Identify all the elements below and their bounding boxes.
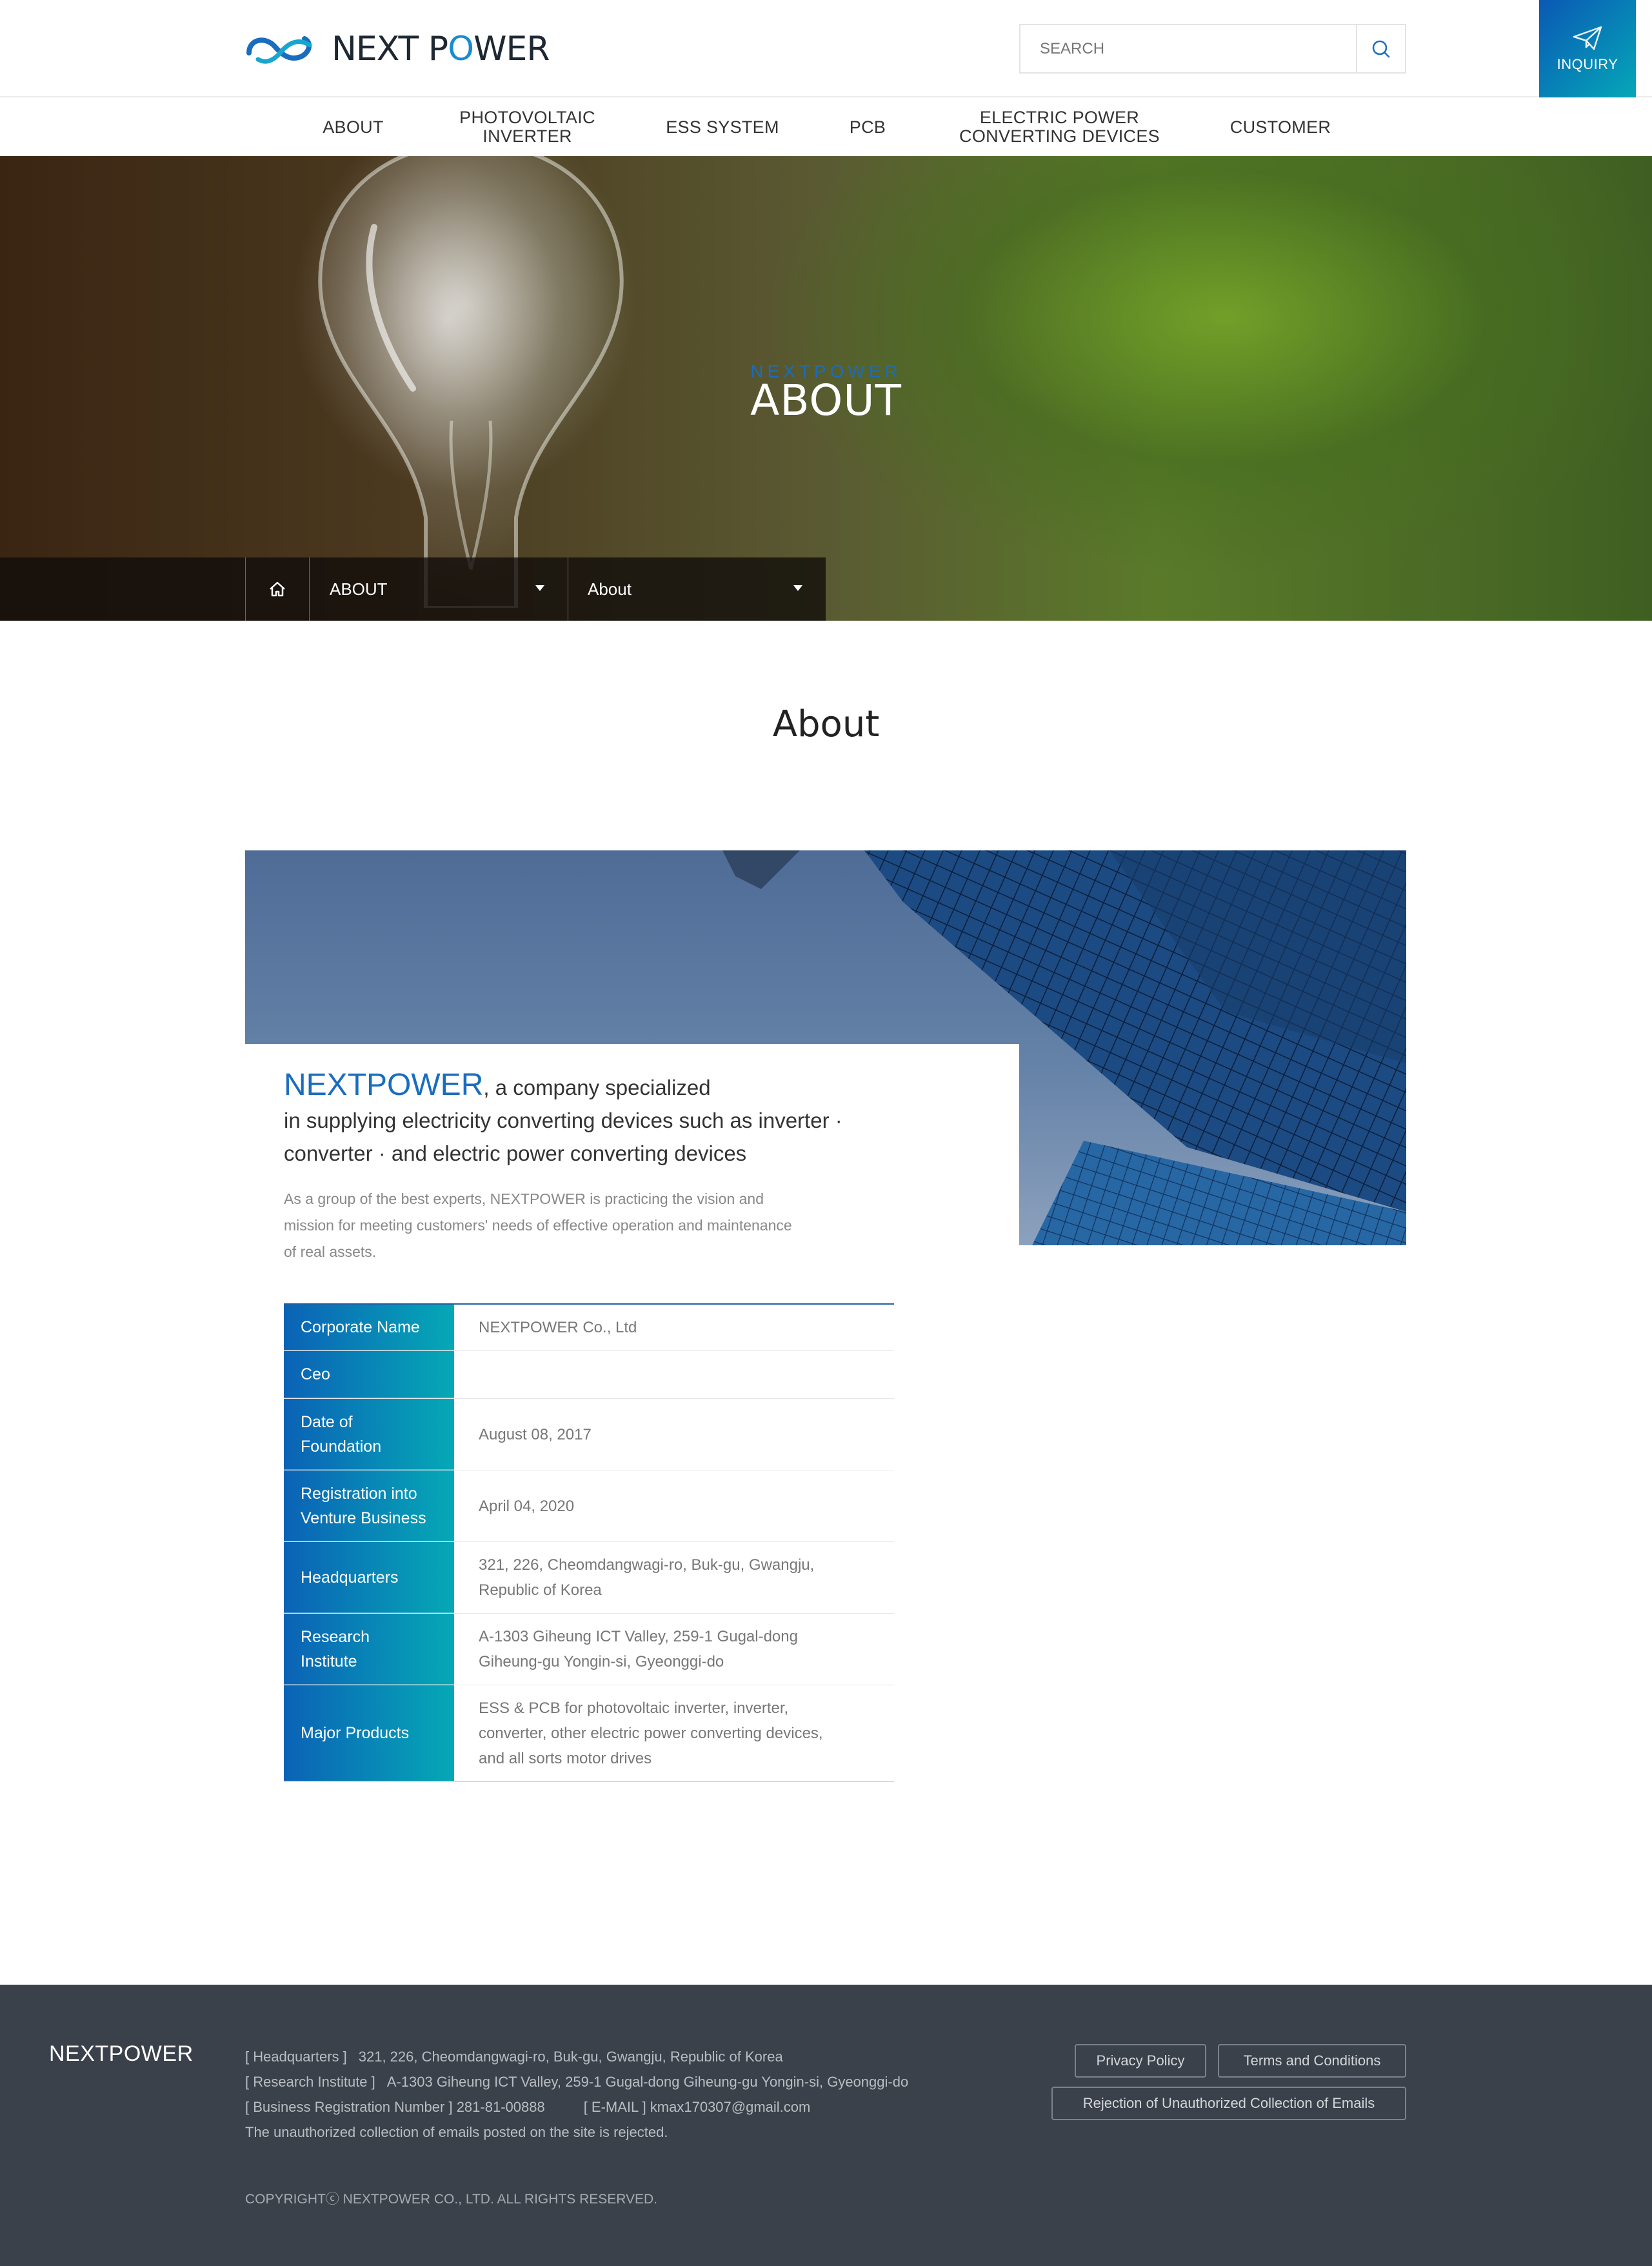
- breadcrumb-page-select[interactable]: About: [568, 557, 826, 621]
- nav-item-ess-system[interactable]: ESS SYSTEM: [652, 98, 793, 156]
- table-row-value: ESS & PCB for photovoltaic inverter, inv…: [479, 1699, 823, 1767]
- hero-banner: NEXTPOWER ABOUT ABOUT About: [0, 156, 1652, 621]
- intro-headline-line-2: in supplying electricity converting devi…: [284, 1108, 842, 1132]
- footer-logo[interactable]: NEXTPOWER: [49, 2041, 194, 2067]
- table-row: Registration into Venture Business April …: [284, 1470, 894, 1542]
- table-row-value: NEXTPOWER Co., Ltd: [479, 1319, 637, 1336]
- table-row: Research Institute A-1303 Giheung ICT Val…: [284, 1614, 894, 1685]
- breadcrumb-page-label: About: [588, 579, 632, 599]
- site-footer: NEXTPOWER [ Headquarters ] 321, 226, Cheo…: [0, 1985, 1652, 2266]
- footer-ri-label: [ Research Institute ]: [245, 2074, 375, 2090]
- table-row: Ceo: [284, 1351, 894, 1399]
- intro-brand: NEXTPOWER: [284, 1068, 484, 1102]
- search-input[interactable]: [1020, 25, 1356, 72]
- footer-email: [ E-MAIL ] kmax170307@gmail.com: [583, 2099, 811, 2115]
- intro-description-line-3: of real assets.: [284, 1243, 377, 1260]
- privacy-policy-button[interactable]: Privacy Policy: [1075, 2044, 1206, 2078]
- home-icon: [270, 581, 285, 597]
- footer-company-info: [ Headquarters ] 321, 226, Cheomdangwagi-…: [245, 2044, 908, 2145]
- footer-copyright: COPYRIGHTⓒ NEXTPOWER CO., LTD. ALL RIGHT…: [245, 2192, 658, 2207]
- company-info-table: Corporate Name NEXTPOWER Co., Ltd Ceo Da…: [284, 1303, 894, 1782]
- footer-notice: The unauthorized collection of emails po…: [245, 2124, 668, 2140]
- table-row-label: Corporate Name: [284, 1305, 454, 1350]
- intro-description-line-2: mission for meeting customers' needs of …: [284, 1217, 792, 1234]
- nav-item-electric-power-converting-devices[interactable]: ELECTRIC POWER CONVERTING DEVICES: [942, 98, 1177, 156]
- site-header: NEXT POWER INQUIRY: [0, 0, 1652, 97]
- intro-headline-line-3: converter · and electric power convertin…: [284, 1141, 747, 1165]
- nav-item-photovoltaic-inverter[interactable]: PHOTOVOLTAIC INVERTER: [432, 98, 622, 156]
- chevron-down-icon: [793, 585, 802, 591]
- table-row-label: Research Institute: [284, 1614, 454, 1685]
- search-button[interactable]: [1356, 25, 1405, 72]
- breadcrumb-category-label: ABOUT: [330, 579, 388, 599]
- table-row-label: Ceo: [284, 1351, 454, 1398]
- hero-title: ABOUT: [750, 376, 902, 425]
- inquiry-label: INQUIRY: [1557, 55, 1618, 72]
- table-row: Corporate Name NEXTPOWER Co., Ltd: [284, 1305, 894, 1351]
- logo-mark-icon: [246, 36, 312, 64]
- table-row-label: Registration into Venture Business: [284, 1470, 454, 1541]
- nav-item-about[interactable]: ABOUT: [297, 98, 410, 156]
- nav-item-pcb[interactable]: PCB: [822, 98, 913, 156]
- table-row-value: April 04, 2020: [479, 1497, 575, 1515]
- intro-headline-line-1: , a company specialized: [483, 1076, 711, 1099]
- email-collection-rejection-button[interactable]: Rejection of Unauthorized Collection of …: [1051, 2087, 1406, 2120]
- table-row: Major Products ESS & PCB for photovoltai…: [284, 1685, 894, 1781]
- table-row: Headquarters 321, 226, Cheomdangwagi-ro,…: [284, 1542, 894, 1614]
- footer-ri-value: A-1303 Giheung ICT Valley, 259-1 Gugal-d…: [386, 2074, 909, 2090]
- table-row-label: Date of Foundation: [284, 1399, 454, 1470]
- paper-plane-icon: [1573, 26, 1602, 50]
- table-row-label: Headquarters: [284, 1542, 454, 1613]
- intro-headline: NEXTPOWER, a company specialized in supp…: [284, 1068, 929, 1170]
- inquiry-button[interactable]: INQUIRY: [1539, 0, 1636, 97]
- logo-text: NEXT POWER: [332, 30, 550, 68]
- nav-item-customer[interactable]: CUSTOMER: [1206, 98, 1355, 156]
- table-row: Date of Foundation August 08, 2017: [284, 1399, 894, 1470]
- footer-hq-label: [ Headquarters ]: [245, 2049, 347, 2065]
- footer-business-number: [ Business Registration Number ] 281-81-…: [245, 2099, 545, 2115]
- terms-and-conditions-button[interactable]: Terms and Conditions: [1218, 2044, 1406, 2078]
- table-row-label: Major Products: [284, 1685, 454, 1781]
- main-nav: ABOUT PHOTOVOLTAIC INVERTER ESS SYSTEM PC…: [0, 98, 1652, 156]
- footer-hq-value: 321, 226, Cheomdangwagi-ro, Buk-gu, Gwan…: [358, 2049, 783, 2065]
- search-box: [1019, 24, 1406, 74]
- table-row-value: [454, 1351, 894, 1398]
- table-row-value: A-1303 Giheung ICT Valley, 259-1 Gugal-d…: [479, 1628, 798, 1670]
- page-title: About: [772, 703, 880, 745]
- intro-description: As a group of the best experts, NEXTPOWE…: [284, 1186, 903, 1265]
- intro-description-line-1: As a group of the best experts, NEXTPOWE…: [284, 1190, 764, 1207]
- site-logo[interactable]: NEXT POWER: [245, 30, 550, 68]
- search-icon: [1372, 40, 1390, 57]
- breadcrumb-category-select[interactable]: ABOUT: [310, 557, 568, 621]
- table-row-value: 321, 226, Cheomdangwagi-ro, Buk-gu, Gwan…: [479, 1556, 815, 1599]
- chevron-down-icon: [535, 585, 544, 591]
- breadcrumb-home-button[interactable]: [245, 557, 310, 621]
- table-row-value: August 08, 2017: [479, 1425, 592, 1443]
- breadcrumb: ABOUT About: [0, 557, 826, 621]
